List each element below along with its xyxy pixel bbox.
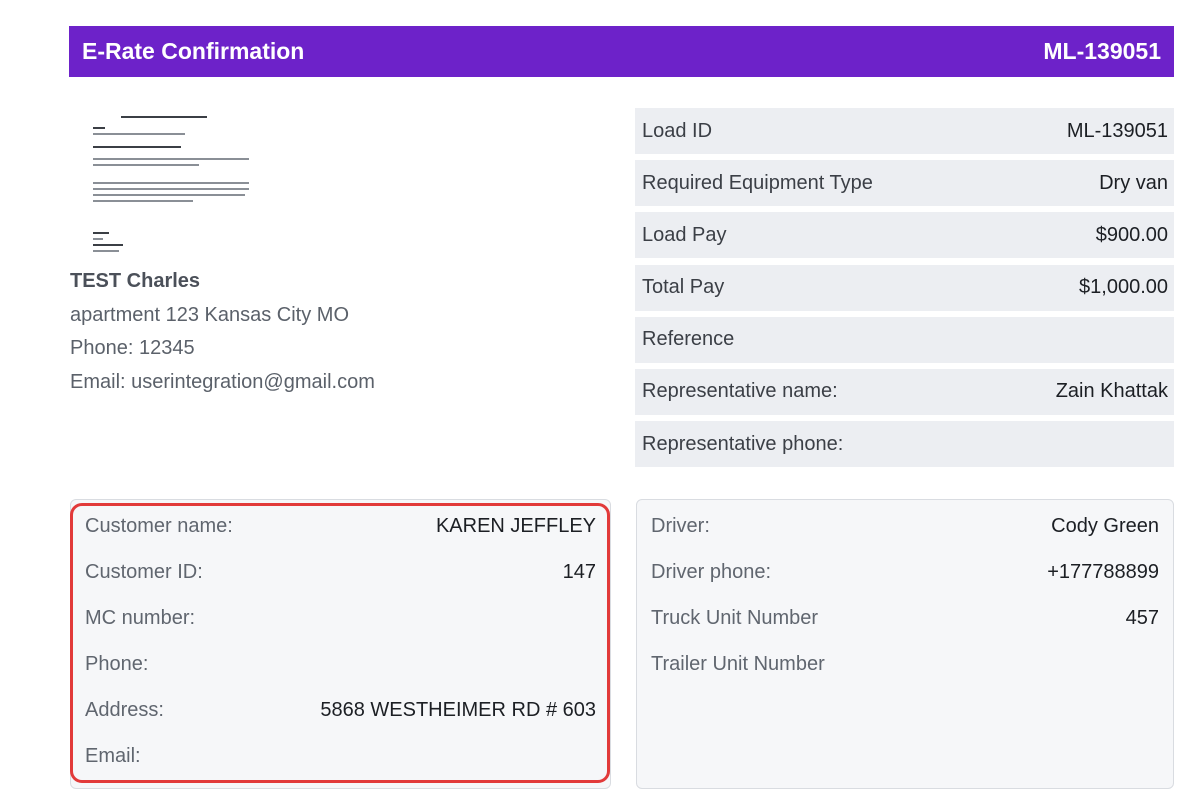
load-info-row: Representative name: Zain Khattak bbox=[635, 368, 1174, 415]
driver-phone-label: Driver phone: bbox=[651, 561, 772, 583]
load-info-row: Total Pay $1,000.00 bbox=[635, 264, 1174, 311]
representative-phone-label: Representative phone: bbox=[642, 432, 844, 455]
driver-row: Driver phone: +177788899 bbox=[651, 561, 1159, 607]
customer-card: Customer name: KAREN JEFFLEY Customer ID… bbox=[70, 499, 611, 789]
load-pay-value: $900.00 bbox=[1095, 223, 1168, 246]
customer-row: Address: 5868 WESTHEIMER RD # 603 bbox=[85, 699, 596, 745]
trailer-unit-label: Trailer Unit Number bbox=[651, 653, 825, 675]
load-id-label: Load ID bbox=[642, 119, 713, 142]
representative-name-value: Zain Khattak bbox=[1055, 380, 1168, 403]
total-pay-label: Total Pay bbox=[642, 276, 725, 299]
mc-number-label: MC number: bbox=[85, 607, 196, 629]
load-info-table: Load ID ML-139051 Required Equipment Typ… bbox=[635, 108, 1174, 473]
load-pay-label: Load Pay bbox=[642, 223, 727, 246]
equipment-type-value: Dry van bbox=[1099, 171, 1168, 194]
load-id-value: ML-139051 bbox=[1066, 119, 1168, 142]
customer-row: Customer ID: 147 bbox=[85, 561, 596, 607]
page-title: E-Rate Confirmation bbox=[82, 38, 305, 64]
load-info-row: Required Equipment Type Dry van bbox=[635, 160, 1174, 207]
load-info-row: Load Pay $900.00 bbox=[635, 212, 1174, 259]
representative-name-label: Representative name: bbox=[642, 380, 838, 403]
driver-phone-value: +177788899 bbox=[1047, 561, 1159, 583]
customer-name-label: Customer name: bbox=[85, 515, 233, 537]
company-phone: Phone: 12345 bbox=[70, 337, 195, 359]
company-logo-document-thumbnail bbox=[91, 112, 251, 258]
customer-address-label: Address: bbox=[85, 699, 164, 721]
reference-label: Reference bbox=[642, 328, 735, 351]
customer-row: Customer name: KAREN JEFFLEY bbox=[85, 515, 596, 561]
company-email: Email: userintegration@gmail.com bbox=[70, 370, 375, 393]
load-info-row: Representative phone: bbox=[635, 421, 1174, 468]
driver-label: Driver: bbox=[651, 515, 710, 537]
truck-unit-value: 457 bbox=[1125, 607, 1159, 629]
company-details: TEST Charles apartment 123 Kansas City M… bbox=[70, 265, 375, 399]
company-address: apartment 123 Kansas City MO bbox=[70, 303, 350, 326]
driver-row: Trailer Unit Number bbox=[651, 653, 1159, 699]
customer-name-value: KAREN JEFFLEY bbox=[435, 515, 596, 537]
load-number: ML-139051 bbox=[1043, 38, 1161, 64]
customer-row: Phone: bbox=[85, 653, 596, 699]
driver-row: Truck Unit Number 457 bbox=[651, 607, 1159, 653]
total-pay-value: $1,000.00 bbox=[1079, 276, 1168, 299]
customer-row: Email: bbox=[85, 745, 596, 791]
load-info-row: Reference bbox=[635, 316, 1174, 363]
truck-unit-label: Truck Unit Number bbox=[651, 607, 819, 629]
driver-value: Cody Green bbox=[1051, 515, 1159, 537]
customer-row: MC number: bbox=[85, 607, 596, 653]
company-name: TEST Charles bbox=[70, 270, 201, 292]
driver-card: Driver: Cody Green Driver phone: +177788… bbox=[636, 499, 1174, 789]
customer-email-label: Email: bbox=[85, 745, 141, 767]
equipment-type-label: Required Equipment Type bbox=[642, 171, 873, 194]
customer-id-label: Customer ID: bbox=[85, 561, 203, 583]
customer-address-value: 5868 WESTHEIMER RD # 603 bbox=[320, 699, 596, 721]
customer-phone-label: Phone: bbox=[85, 653, 149, 675]
page-header: E-Rate Confirmation ML-139051 bbox=[69, 26, 1174, 77]
driver-row: Driver: Cody Green bbox=[651, 515, 1159, 561]
customer-id-value: 147 bbox=[562, 561, 596, 583]
load-info-row: Load ID ML-139051 bbox=[635, 108, 1174, 154]
